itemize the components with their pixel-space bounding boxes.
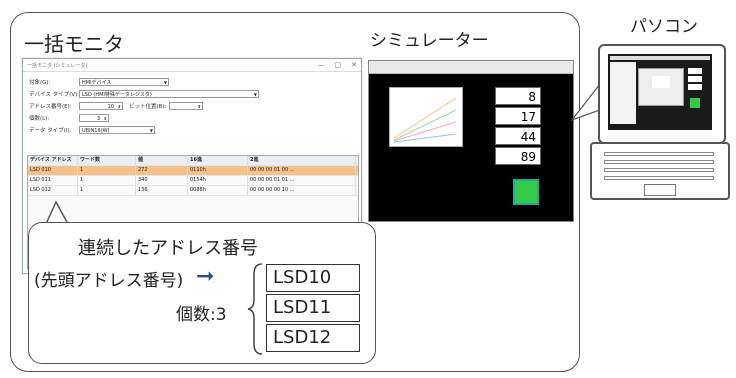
table-row[interactable]: LSD 010 1 272 0110h 00 00 00 01 00 ...	[28, 166, 358, 176]
spin-icon: ⬍	[117, 104, 121, 109]
data-type-select[interactable]: UBIN16(W) ▼	[79, 126, 155, 134]
address-label: アドレス番号(E):	[29, 104, 72, 110]
callout-heading: 連続したアドレス番号	[78, 238, 258, 259]
address-stepper[interactable]: 10 ⬍	[79, 102, 123, 110]
spin-icon: ⬍	[103, 116, 107, 121]
count-row: 個数(L): 3 ⬍	[29, 113, 109, 123]
address-row: アドレス番号(E): 10 ⬍ ビット位置(B): ⬍	[29, 101, 203, 111]
brace-icon	[247, 263, 263, 355]
chevron-down-icon: ▼	[163, 80, 167, 85]
pc-keyboard	[590, 142, 730, 200]
target-label: 対象(G):	[29, 80, 51, 86]
col-word-count[interactable]: ワード数	[78, 156, 136, 165]
callout-subheading: (先頭アドレス番号)	[34, 271, 184, 291]
device-type-label: デバイス タイプ(V):	[29, 92, 79, 98]
data-type-label: データ タイプ(I):	[29, 128, 72, 134]
simulator-title: シミュレーター	[370, 31, 489, 51]
target-select[interactable]: HMIデバイス ▼	[79, 78, 169, 86]
count-field-label: 個数(L):	[29, 116, 50, 122]
simulator-screen: 8 17 44 89	[368, 60, 574, 222]
device-type-select[interactable]: LSD (HMI特殊データレジスタ) ▼	[79, 90, 259, 98]
value-display: 8	[495, 87, 541, 105]
table-row[interactable]: LSD 011 1 340 0154h 00 00 00 01 01 ...	[28, 176, 358, 186]
trend-graph-lines	[393, 97, 457, 143]
device-type-row: デバイス タイプ(V): LSD (HMI特殊データレジスタ) ▼	[29, 89, 259, 99]
window-titlebar: 一括モニタ (シミュレータ) — □ ✕	[23, 59, 361, 72]
value-display: 89	[495, 147, 541, 165]
pc-display	[608, 54, 712, 130]
value-display: 17	[495, 107, 541, 125]
trackpad	[644, 184, 676, 196]
bit-position-label: ビット位置(B):	[129, 104, 167, 110]
status-lamp[interactable]	[513, 179, 539, 205]
col-hex[interactable]: 16進	[188, 156, 248, 165]
arrow-right-icon: ➞	[196, 264, 215, 289]
spin-icon: ⬍	[197, 104, 201, 109]
trend-graph	[389, 87, 463, 147]
count-stepper[interactable]: 3 ⬍	[79, 114, 109, 122]
maximize-button[interactable]: □	[335, 61, 342, 69]
address-box-lsd11: LSD11	[266, 294, 360, 322]
simulator-toolbar	[369, 61, 573, 74]
chevron-down-icon: ▼	[253, 92, 257, 97]
pc-title: パソコン	[630, 17, 698, 37]
target-row: 対象(G): HMIデバイス ▼	[29, 77, 169, 87]
pc-monitor	[598, 44, 726, 144]
data-type-row: データ タイプ(I): UBIN16(W) ▼	[29, 125, 155, 135]
col-address[interactable]: デバイス アドレス	[28, 156, 78, 165]
col-binary[interactable]: 2進	[248, 156, 356, 165]
chevron-down-icon: ▼	[149, 128, 153, 133]
address-box-lsd10: LSD10	[266, 264, 360, 292]
value-display: 44	[495, 127, 541, 145]
window-title: 一括モニタ (シミュレータ)	[27, 62, 88, 69]
close-button[interactable]: ✕	[351, 61, 357, 69]
minimize-button[interactable]: —	[318, 61, 325, 69]
address-box-lsd12: LSD12	[266, 324, 360, 352]
bit-position-stepper[interactable]: ⬍	[169, 102, 203, 110]
table-row[interactable]: LSD 012 1 136 0088h 00 00 00 00 10 ...	[28, 186, 358, 196]
col-value[interactable]: 値	[136, 156, 188, 165]
count-label: 個数:3	[176, 305, 227, 325]
monitor-title: 一括モニタ	[24, 32, 124, 56]
grid-header: デバイス アドレス ワード数 値 16進 2進	[28, 156, 358, 166]
